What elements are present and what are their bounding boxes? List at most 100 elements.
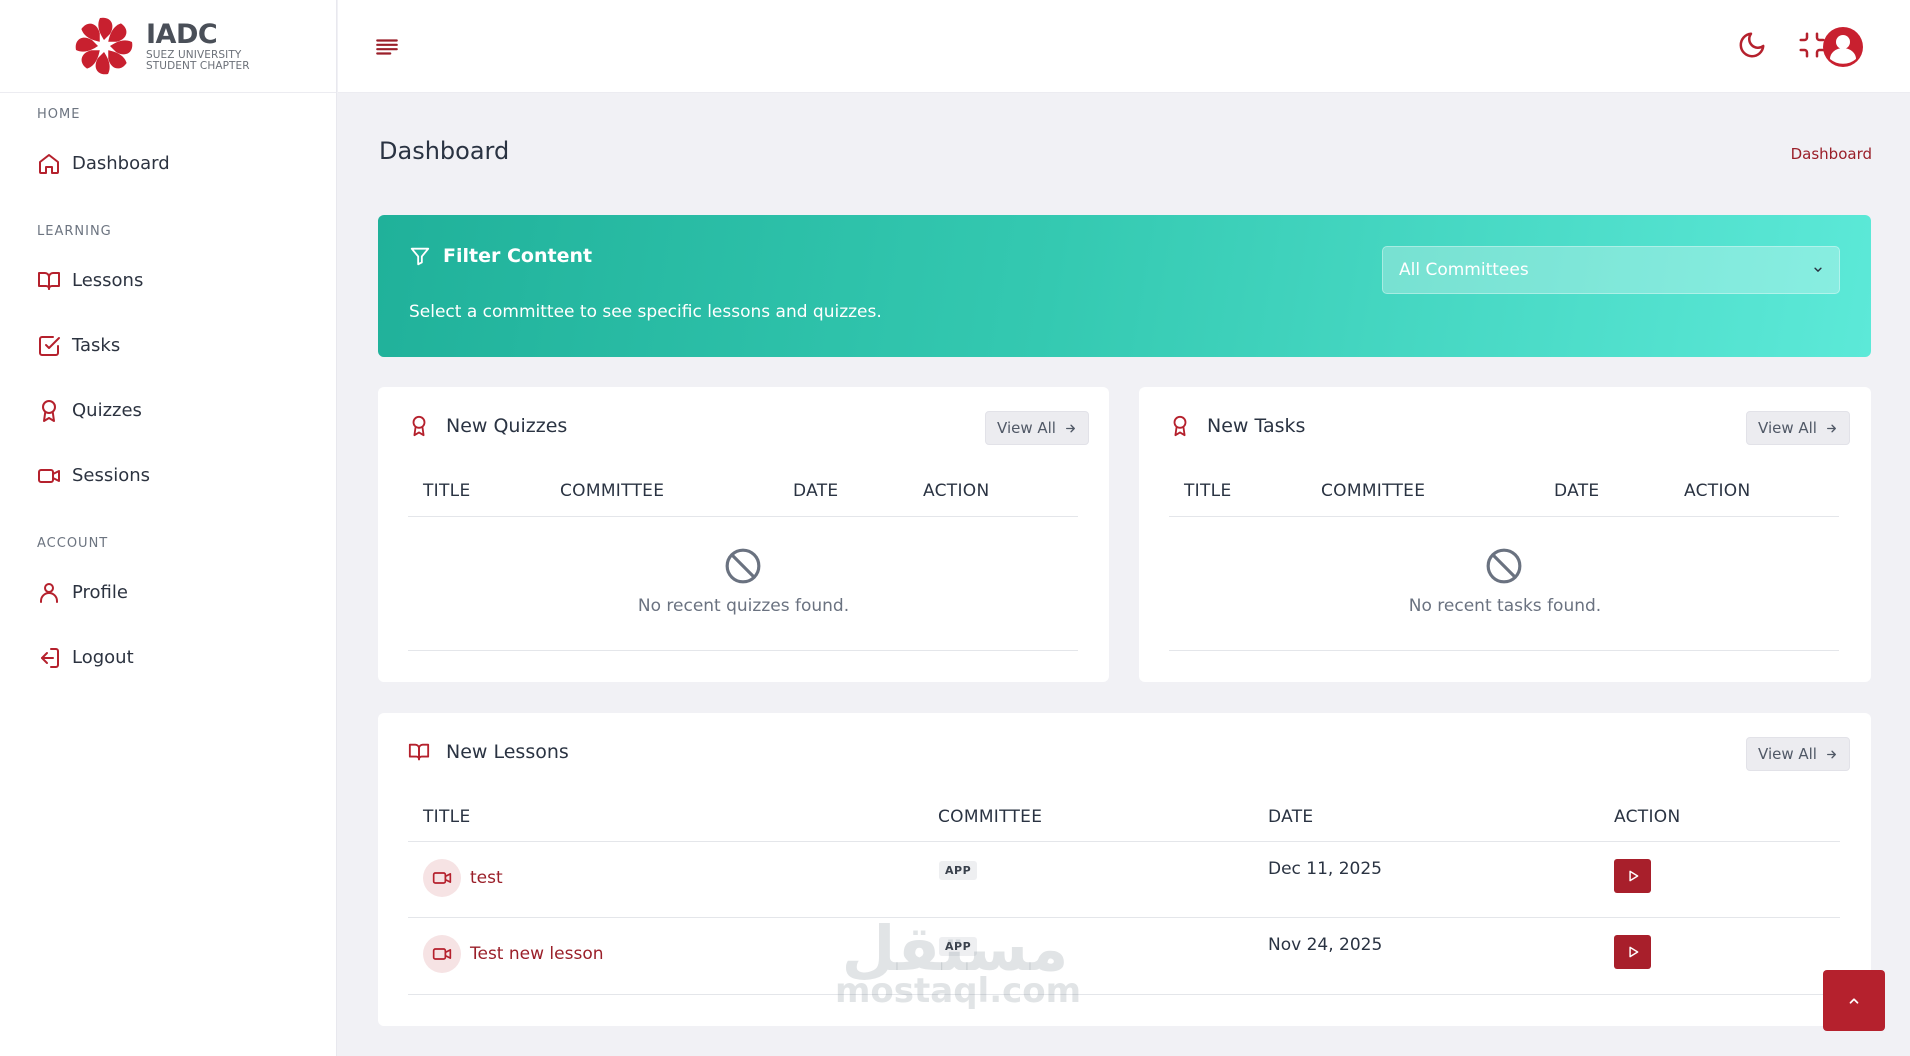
scroll-to-top-button[interactable] [1823,970,1885,1031]
divider [1169,650,1839,651]
divider [1169,516,1839,517]
committee-select-value: All Committees [1399,260,1529,280]
nav-section-account: ACCOUNT [37,536,109,551]
sidebar-item-label: Quizzes [72,400,142,421]
column-header-date: DATE [1554,481,1600,501]
sidebar-item-label: Logout [72,647,134,668]
tasks-view-all-button[interactable]: View All [1746,411,1850,445]
award-icon [42,399,56,422]
column-header-committee: COMMITTEE [1321,481,1426,501]
column-header-title: TITLE [423,807,471,827]
tasks-card-header: New Tasks [1169,415,1305,437]
nav-section-learning: LEARNING [37,224,112,239]
video-icon [38,468,60,483]
sidebar-item-label: Tasks [72,335,121,356]
brand-subtitle-1: SUEZ UNIVERSITY [146,49,242,61]
user-avatar-icon[interactable] [1822,26,1864,68]
iadc-logo-icon [75,17,133,75]
breadcrumb[interactable]: Dashboard [1791,145,1872,163]
lesson-title-link[interactable]: test [470,868,503,888]
column-header-action: ACTION [1684,481,1751,501]
column-header-title: TITLE [423,481,471,501]
lessons-view-all-button[interactable]: View All [1746,737,1850,771]
sidebar-item-quizzes[interactable]: Quizzes [0,378,336,443]
divider [408,650,1078,651]
lesson-video-icon [423,935,461,973]
sidebar-item-dashboard[interactable]: Dashboard [0,131,336,196]
brand-subtitle-2: STUDENT CHAPTER [146,59,250,72]
quizzes-card: New Quizzes View All TITLE COMMITTEE DAT… [378,387,1109,682]
nav-section-home: HOME [37,107,81,122]
committee-select[interactable]: All Committees [1382,246,1840,294]
check-square-icon [39,335,60,356]
video-icon [432,872,452,884]
view-all-label: View All [1758,745,1817,763]
tasks-card: New Tasks View All TITLE COMMITTEE DATE … [1139,387,1871,682]
chevron-down-icon [1814,267,1822,272]
no-entry-icon [1486,548,1522,584]
column-header-date: DATE [793,481,839,501]
sidebar-item-logout[interactable]: Logout [0,625,336,690]
tasks-empty-message: No recent tasks found. [1408,596,1602,616]
chevron-up-icon [1849,997,1859,1004]
home-icon [39,153,59,174]
view-all-label: View All [1758,419,1817,437]
lessons-card-header: New Lessons [408,741,569,763]
play-lesson-button[interactable] [1614,935,1651,969]
lesson-video-icon [423,859,461,897]
view-all-label: View All [997,419,1056,437]
brand-logo[interactable]: IADC SUEZ UNIVERSITY STUDENT CHAPTER [0,0,336,93]
arrow-right-icon [1827,424,1836,432]
sidebar-item-lessons[interactable]: Lessons [0,248,336,313]
quizzes-card-title: New Quizzes [446,415,568,437]
filter-title: Filter Content [409,245,592,267]
page-title: Dashboard [379,137,510,165]
lessons-card: New Lessons View All TITLE COMMITTEE DAT… [378,713,1871,1026]
divider [408,917,1840,918]
quizzes-view-all-button[interactable]: View All [985,411,1089,445]
lesson-date: Dec 11, 2025 [1268,859,1383,879]
sidebar-item-tasks[interactable]: Tasks [0,313,336,378]
sidebar-item-label: Dashboard [72,153,170,174]
sidebar-item-profile[interactable]: Profile [0,560,336,625]
filter-icon [410,247,430,266]
filter-description: Select a committee to see specific lesso… [409,302,882,322]
arrow-right-icon [1827,750,1836,758]
committee-badge: APP [939,937,978,956]
moon-icon[interactable] [1737,30,1767,60]
topbar [338,0,1910,93]
video-icon [432,948,452,960]
sidebar-item-sessions[interactable]: Sessions [0,443,336,508]
divider [408,994,1840,995]
award-icon [412,415,426,437]
menu-toggle-icon[interactable] [374,34,400,60]
play-lesson-button[interactable] [1614,859,1651,893]
column-header-committee: COMMITTEE [938,807,1043,827]
tasks-card-title: New Tasks [1207,415,1306,437]
lesson-date: Nov 24, 2025 [1268,935,1383,955]
brand-title: IADC [146,19,218,50]
book-open-icon [408,743,430,761]
book-open-icon [38,271,60,290]
lesson-title-link[interactable]: Test new lesson [470,944,604,964]
filter-panel: Filter Content Select a committee to see… [378,215,1871,357]
column-header-action: ACTION [1614,807,1681,827]
user-icon [40,582,58,603]
no-entry-icon [725,548,761,584]
divider [408,516,1078,517]
play-icon [1628,946,1638,958]
arrow-right-icon [1066,424,1075,432]
column-header-action: ACTION [923,481,990,501]
filter-title-text: Filter Content [443,245,593,267]
divider [408,841,1840,842]
column-header-date: DATE [1268,807,1314,827]
committee-badge: APP [939,861,978,880]
sidebar-item-label: Sessions [72,465,151,486]
sidebar-item-label: Lessons [72,270,144,291]
award-icon [1173,415,1187,437]
play-icon [1628,870,1638,882]
sidebar: IADC SUEZ UNIVERSITY STUDENT CHAPTER HOM… [0,0,337,1056]
sidebar-item-label: Profile [72,582,128,603]
quizzes-card-header: New Quizzes [408,415,567,437]
logout-icon [41,647,59,668]
